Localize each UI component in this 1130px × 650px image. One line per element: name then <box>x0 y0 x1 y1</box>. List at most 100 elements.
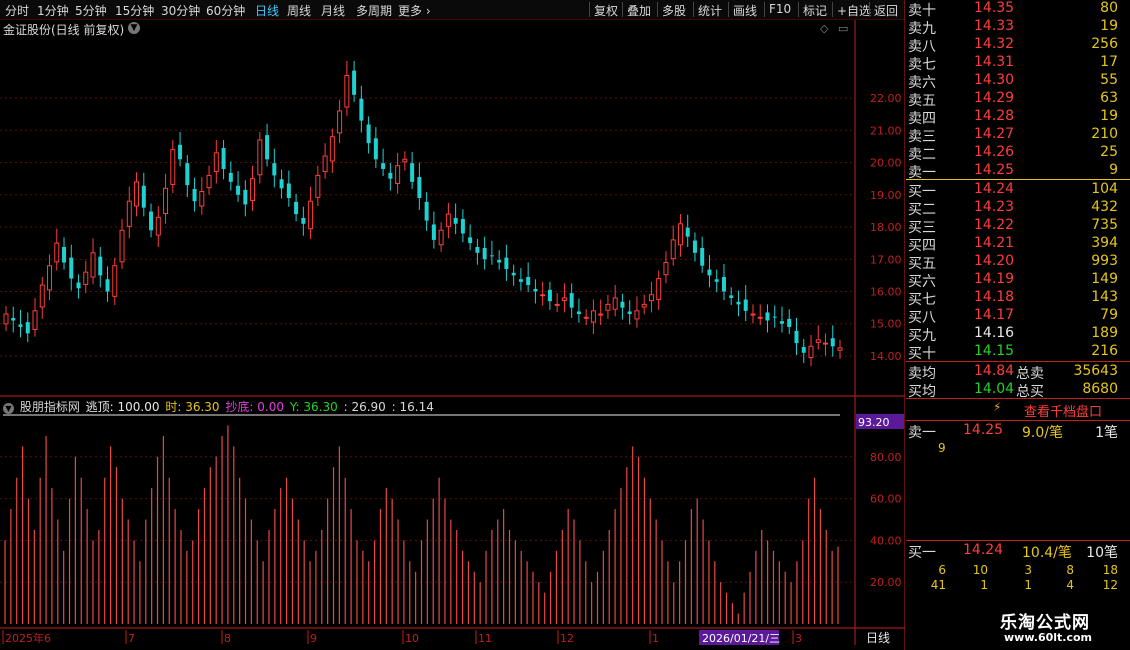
candle-body <box>598 313 604 316</box>
price-tick-label: 20.00 <box>870 157 902 170</box>
quote-volume: 993 <box>1091 253 1118 269</box>
sell-level-row[interactable]: 卖七 14.31 17 <box>906 54 1130 73</box>
chevron-down-icon[interactable]: ▼ <box>3 403 14 414</box>
sell-level-row[interactable]: 卖十 14.35 80 <box>906 0 1130 19</box>
candle-body <box>221 148 226 169</box>
candle-body <box>685 227 690 237</box>
candle-body <box>424 201 429 221</box>
buy-level-row[interactable]: 买八 14.17 79 <box>906 307 1130 326</box>
quote-label: 买四 <box>908 238 936 254</box>
buy-level-row[interactable]: 买三 14.22 735 <box>906 217 1130 236</box>
candle-body <box>721 276 726 292</box>
buy-level-row[interactable]: 买一 14.24 104 <box>906 181 1130 200</box>
candle-body <box>801 346 806 353</box>
chart-area[interactable]: 14.00 15.00 16.00 17.00 18.00 19.00 20.00 21.00… <box>0 0 905 650</box>
time-tick-label: 1 <box>652 632 659 645</box>
time-tick-label: 12 <box>560 632 574 645</box>
candle-body <box>257 139 263 176</box>
buy-level-row[interactable]: 买四 14.21 394 <box>906 235 1130 254</box>
quote-price: 14.35 <box>974 0 1015 16</box>
buy-level-row[interactable]: 买十 14.15 216 <box>906 343 1130 362</box>
candle-body <box>677 223 683 246</box>
candle-body <box>460 218 465 234</box>
quote-price: 14.28 <box>974 108 1015 124</box>
ask1-detail-row[interactable]: 卖一 14.25 9.0/笔 1笔 <box>906 422 1130 441</box>
candle-body <box>265 135 270 160</box>
quote-volume: 80 <box>1100 0 1118 16</box>
quote-volume: 19 <box>1100 18 1118 34</box>
candle-body <box>489 255 494 257</box>
buy-level-row[interactable]: 买二 14.23 432 <box>906 199 1130 218</box>
buy-level-row[interactable]: 买六 14.19 149 <box>906 271 1130 290</box>
candle-body <box>511 272 516 276</box>
candle-body <box>504 257 509 269</box>
sell-level-row[interactable]: 卖九 14.33 19 <box>906 18 1130 37</box>
quote-volume: 394 <box>1091 235 1118 251</box>
bid-order-size: 12 <box>1102 578 1118 592</box>
candle-body <box>518 279 523 282</box>
candle-body <box>670 239 676 260</box>
sell-level-row[interactable]: 卖八 14.32 256 <box>906 36 1130 55</box>
candle-body <box>315 174 321 198</box>
quote-label: 买八 <box>908 310 936 326</box>
candle-body <box>279 179 284 189</box>
quote-label: 买一 <box>908 184 936 200</box>
candle-body <box>692 240 697 253</box>
candle-body <box>366 124 371 144</box>
depth-button[interactable]: ⚡ 查看千档盘口 <box>906 399 1130 420</box>
sell-level-row[interactable]: 卖一 14.25 9 <box>906 162 1130 181</box>
quote-volume: 104 <box>1091 181 1118 197</box>
candle-body <box>417 177 422 198</box>
lightning-icon: ⚡ <box>993 400 1002 414</box>
candle-body <box>497 259 502 263</box>
quote-volume: 143 <box>1091 289 1118 305</box>
candle-body <box>337 110 343 134</box>
sell-level-row[interactable]: 卖四 14.28 19 <box>906 108 1130 127</box>
detail-label: 卖一 <box>908 425 936 441</box>
candle-body <box>62 247 67 263</box>
quote-label: 买二 <box>908 202 936 218</box>
quote-label: 卖四 <box>908 111 936 127</box>
escape-value: 逃顶: 100.00 <box>85 400 160 414</box>
candle-body <box>837 347 843 351</box>
quote-price: 14.32 <box>974 36 1015 52</box>
detail-price: 14.25 <box>963 422 1004 438</box>
quote-price: 14.25 <box>974 162 1015 178</box>
candle-body <box>583 316 589 319</box>
quote-volume: 210 <box>1091 126 1118 142</box>
candle-body <box>381 163 386 169</box>
bid1-detail-row[interactable]: 买一 14.24 10.4/笔 10笔 <box>906 542 1130 561</box>
quote-price: 14.15 <box>974 343 1015 359</box>
quote-label: 卖九 <box>908 21 936 37</box>
quote-volume: 17 <box>1100 54 1118 70</box>
candle-body <box>178 144 183 160</box>
candle-body <box>648 294 654 302</box>
book-divider <box>906 540 1130 541</box>
candle-body <box>605 303 611 311</box>
v2-value: : 16.14 <box>391 400 434 414</box>
quote-panel: 卖十 14.35 80 卖九 14.33 19 卖八 14.32 256 卖七 14.31 17 卖六 1… <box>906 0 1130 650</box>
candle-body <box>830 338 835 347</box>
buy-level-row[interactable]: 买九 14.16 189 <box>906 325 1130 344</box>
detail-order-count: 10笔 <box>1086 545 1118 561</box>
quote-price: 14.26 <box>974 144 1015 160</box>
candle-body <box>185 163 190 186</box>
candle-body <box>765 312 770 321</box>
sell-level-row[interactable]: 卖六 14.30 55 <box>906 72 1130 91</box>
sell-level-row[interactable]: 卖五 14.29 63 <box>906 90 1130 109</box>
avg-buy-row: 买均 14.04 总买 8680 <box>906 381 1130 400</box>
candle-body <box>272 163 277 176</box>
price-tick-label: 14.00 <box>870 350 902 363</box>
summary-value: 14.84 <box>974 363 1015 379</box>
quote-price: 14.31 <box>974 54 1015 70</box>
sell-level-row[interactable]: 卖二 14.26 25 <box>906 144 1130 163</box>
book-divider <box>906 179 1130 180</box>
time-tick-label: 3 <box>795 632 802 645</box>
buy-level-row[interactable]: 买五 14.20 993 <box>906 253 1130 272</box>
sell-level-row[interactable]: 卖三 14.27 210 <box>906 126 1130 145</box>
quote-volume: 25 <box>1100 144 1118 160</box>
buy-level-row[interactable]: 买七 14.18 143 <box>906 289 1130 308</box>
quote-label: 卖三 <box>908 129 936 145</box>
quote-label: 买七 <box>908 292 936 308</box>
candle-body <box>236 185 241 195</box>
